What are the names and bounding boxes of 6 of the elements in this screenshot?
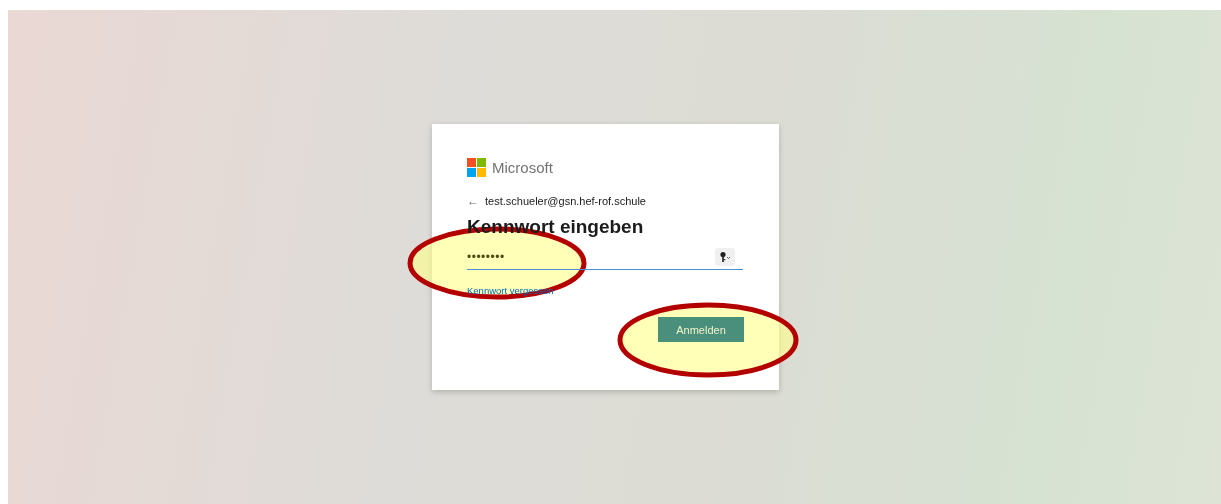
sign-in-button[interactable]: Anmelden [658, 317, 744, 342]
key-icon[interactable] [715, 248, 735, 266]
four-squares-logo-icon [467, 158, 486, 177]
brand-name: Microsoft [492, 159, 553, 176]
back-arrow[interactable]: ← [467, 194, 479, 208]
account-email: test.schueler@gsn.hef-rof.schule [485, 195, 646, 207]
